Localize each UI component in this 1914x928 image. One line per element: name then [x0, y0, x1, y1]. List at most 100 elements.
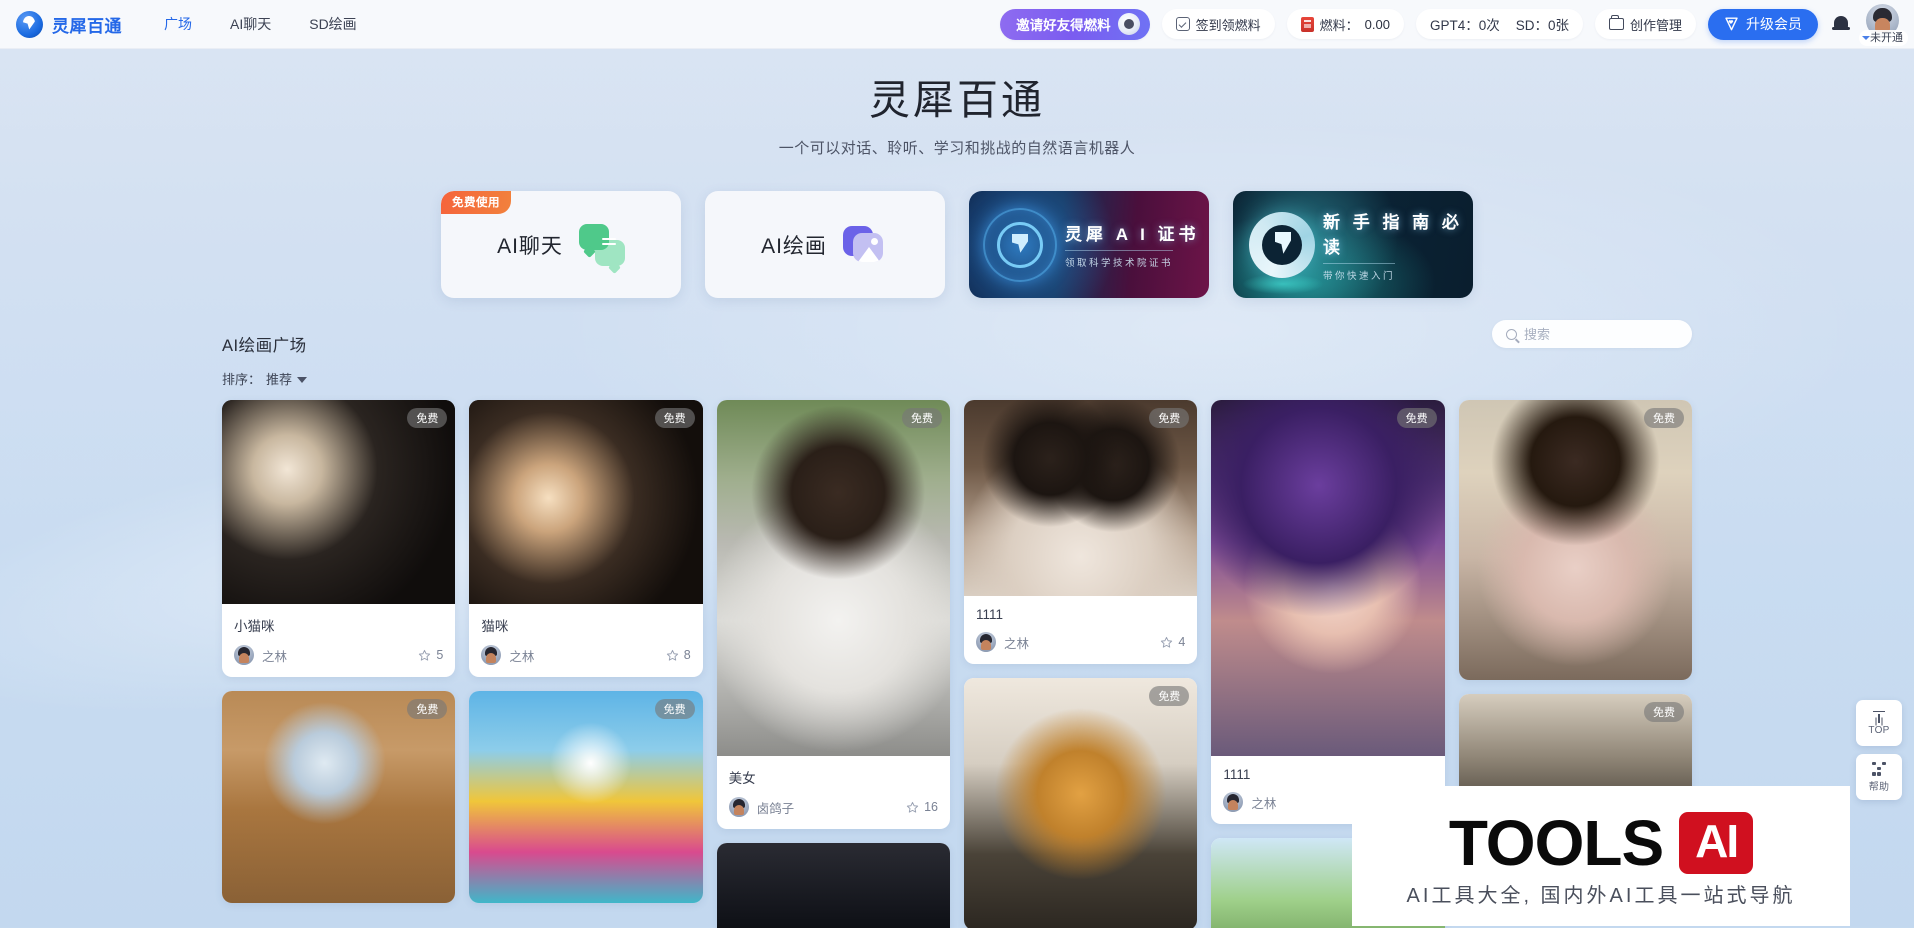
star-icon — [666, 649, 678, 661]
gallery-card[interactable]: 免费 — [1458, 400, 1692, 680]
like-count-group[interactable]: 8 — [666, 648, 691, 662]
gallery-card-meta: 猫咪 之林 8 — [469, 604, 702, 677]
gallery-thumbnail: 免费 — [222, 400, 456, 604]
feature-card-ai-chat[interactable]: 免费使用 AI聊天 — [441, 191, 681, 299]
gallery-card-title: 1111 — [1223, 767, 1251, 782]
sort-dropdown[interactable]: 排序： 推荐 — [222, 369, 308, 388]
fuel-label: 燃料： — [1319, 17, 1359, 33]
free-badge: 免费 — [654, 408, 695, 428]
like-count-group[interactable]: 4 — [1160, 635, 1185, 649]
create-manage-button[interactable]: 创作管理 — [1594, 9, 1696, 39]
scroll-to-top-button[interactable]: TOP — [1856, 700, 1902, 746]
nav-item-sd-draw[interactable]: SD绘画 — [309, 14, 356, 34]
gallery-card-meta: 小猫咪 之林 5 — [222, 604, 455, 677]
quota-gpt4: GPT4：0次 — [1429, 18, 1500, 33]
gallery-card[interactable]: 免费 小猫咪 之林 5 — [222, 400, 456, 677]
floating-action-buttons: TOP 帮助 — [1856, 700, 1902, 800]
checkin-button[interactable]: 签到领燃料 — [1161, 9, 1275, 39]
beginner-guide-icon — [1249, 211, 1315, 278]
upgrade-vip-button[interactable]: 升级会员 — [1708, 8, 1818, 40]
header-actions: 邀请好友得燃料 签到领燃料 燃料： 0.00 GPT4：0次 SD：0张 创作管… — [1000, 4, 1908, 46]
free-badge: 免费 — [1396, 408, 1437, 428]
author-avatar — [728, 797, 749, 817]
search-input[interactable] — [1524, 326, 1678, 342]
feature-card-beginner-guide[interactable]: 新 手 指 南 必 读 带你快速入门 — [1233, 191, 1473, 299]
quota-display[interactable]: GPT4：0次 SD：0张 — [1415, 9, 1583, 39]
fuel-balance[interactable]: 燃料： 0.00 — [1286, 9, 1404, 39]
notifications-bell-icon[interactable] — [1832, 14, 1850, 34]
page-title: 灵犀百通 — [869, 77, 1045, 123]
chevron-down-icon — [297, 376, 308, 383]
rhino-logo-icon — [16, 10, 43, 38]
gallery-thumbnail — [716, 843, 950, 928]
brand-name: 灵犀百通 — [52, 16, 122, 36]
gallery-thumbnail: 免费 — [469, 691, 703, 903]
qr-code-icon — [1872, 761, 1886, 776]
ai-certificate-icon — [983, 207, 1057, 282]
feature-card-ai-draw[interactable]: AI绘画 — [705, 191, 945, 299]
like-count-group[interactable]: 5 — [418, 648, 443, 662]
gallery-thumbnail: 免费 — [222, 691, 456, 903]
help-button[interactable]: 帮助 — [1856, 754, 1902, 800]
gallery-card[interactable]: 免费 1111 之林 4 — [963, 400, 1198, 664]
checkin-label: 签到领燃料 — [1195, 17, 1261, 33]
gallery-search[interactable] — [1492, 320, 1692, 348]
free-badge: 免费 — [1643, 408, 1684, 428]
gallery-card-title: 小猫咪 — [234, 619, 275, 634]
gallery-thumbnail: 免费 — [716, 400, 950, 756]
free-use-badge: 免费使用 — [441, 191, 511, 215]
scroll-to-top-label: TOP — [1868, 724, 1890, 736]
brand-logo-group[interactable]: 灵犀百通 — [10, 10, 122, 38]
like-count: 8 — [683, 648, 691, 662]
watermark-subtitle: AI工具大全, 国内外AI工具一站式导航 — [1406, 884, 1796, 907]
free-badge: 免费 — [901, 408, 942, 428]
feature-card-row: 免费使用 AI聊天 AI绘画 灵犀 A I 证书 领取科学技术院证书 新 手 指… — [0, 191, 1914, 299]
gallery-card[interactable]: 免费 1111 之林 — [1211, 400, 1445, 824]
author-name: 之林 — [509, 649, 535, 664]
feature-card-ai-certificate[interactable]: 灵犀 A I 证书 领取科学技术院证书 — [969, 191, 1209, 299]
free-badge: 免费 — [407, 408, 448, 428]
free-badge: 免费 — [407, 699, 448, 719]
astronaut-icon — [1117, 13, 1140, 35]
ai-certificate-title: 灵犀 A I 证书 — [1065, 225, 1200, 245]
image-stack-icon — [842, 224, 889, 266]
user-avatar-menu[interactable]: 未开通 — [1859, 4, 1908, 46]
invite-label: 邀请好友得燃料 — [1016, 18, 1111, 33]
like-count: 5 — [436, 648, 444, 662]
free-badge: 免费 — [1149, 408, 1190, 428]
ai-certificate-subtitle: 领取科学技术院证书 — [1065, 250, 1200, 269]
diamond-heart-icon — [1724, 17, 1739, 31]
beginner-guide-texts: 新 手 指 南 必 读 带你快速入门 — [1323, 208, 1473, 282]
invite-friends-button[interactable]: 邀请好友得燃料 — [1000, 8, 1150, 40]
help-label: 帮助 — [1868, 781, 1890, 793]
hero-section: 灵犀百通 一个可以对话、聆听、学习和挑战的自然语言机器人 — [0, 49, 1914, 158]
watermark-logo-row: TOOLS AI — [1448, 806, 1754, 879]
gallery-card-meta: 1111 之林 4 — [964, 596, 1197, 664]
author-avatar — [1223, 792, 1244, 812]
gallery-card[interactable] — [716, 843, 950, 928]
star-icon — [419, 649, 431, 661]
gallery-card-title: 美女 — [728, 771, 756, 786]
nav-item-plaza[interactable]: 广场 — [164, 14, 192, 34]
arrow-up-icon — [1873, 710, 1885, 723]
beginner-guide-title: 新 手 指 南 必 读 — [1323, 212, 1463, 257]
free-badge: 免费 — [654, 699, 695, 719]
author-avatar — [975, 632, 996, 652]
like-count-group[interactable]: 16 — [906, 800, 938, 814]
nav-item-ai-chat[interactable]: AI聊天 — [230, 14, 271, 34]
account-status-badge: 未开通 — [1859, 30, 1908, 46]
gallery-card[interactable]: 免费 美女 卤鸽子 16 — [716, 400, 950, 829]
like-count: 16 — [924, 800, 938, 814]
watermark-tools-text: TOOLS — [1448, 806, 1664, 879]
gallery-card[interactable]: 免费 — [222, 691, 456, 903]
fuel-value: 0.00 — [1364, 16, 1390, 32]
sort-value: 推荐 — [266, 372, 293, 388]
gallery-card[interactable]: 免费 猫咪 之林 8 — [469, 400, 703, 677]
author-avatar — [481, 645, 502, 665]
gallery-card[interactable]: 免费 — [963, 678, 1198, 928]
gallery-card[interactable]: 免费 — [469, 691, 703, 903]
gallery-thumbnail: 免费 — [1211, 400, 1445, 756]
ai-certificate-texts: 灵犀 A I 证书 领取科学技术院证书 — [1065, 220, 1200, 269]
app-header: 灵犀百通 广场 AI聊天 SD绘画 邀请好友得燃料 签到领燃料 燃料： 0.00… — [0, 0, 1914, 49]
gallery-card-meta: 美女 卤鸽子 16 — [717, 756, 950, 829]
